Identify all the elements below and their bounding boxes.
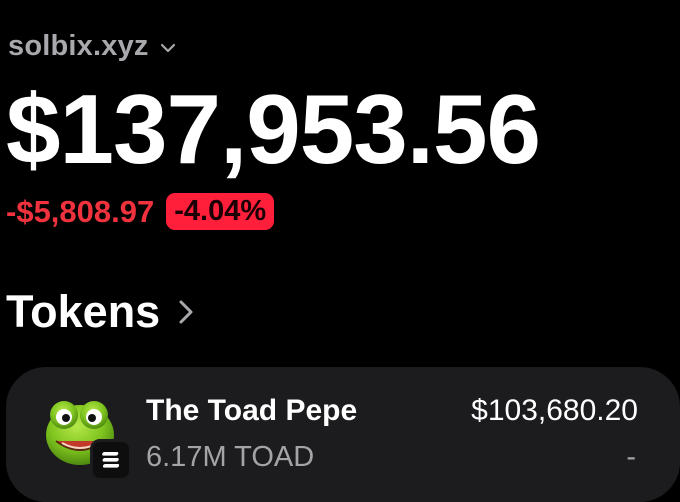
solana-icon <box>90 439 132 481</box>
account-name: solbix.xyz <box>8 30 149 62</box>
change-amount: -$5,808.97 <box>6 193 155 229</box>
token-name: The Toad Pepe <box>146 394 358 427</box>
portfolio-change: -$5,808.97 -4.04% <box>6 193 275 231</box>
portfolio-balance: $137,953.56 <box>6 74 541 184</box>
chevron-down-icon <box>160 43 175 52</box>
tokens-title: Tokens <box>6 286 161 337</box>
account-selector[interactable]: solbix.xyz <box>8 30 177 63</box>
token-value: $103,680.20 <box>471 394 638 427</box>
token-row[interactable]: The Toad Pepe 6.17M TOAD $103,680.20 - <box>6 367 680 502</box>
change-percent-badge: -4.04% <box>166 193 275 231</box>
wallet-screen: solbix.xyz $137,953.56 -$5,808.97 -4.04%… <box>0 0 680 502</box>
token-change: - <box>626 441 636 473</box>
chevron-right-icon <box>179 300 193 324</box>
token-amount: 6.17M TOAD <box>146 441 315 473</box>
tokens-section-header[interactable]: Tokens <box>6 286 196 338</box>
